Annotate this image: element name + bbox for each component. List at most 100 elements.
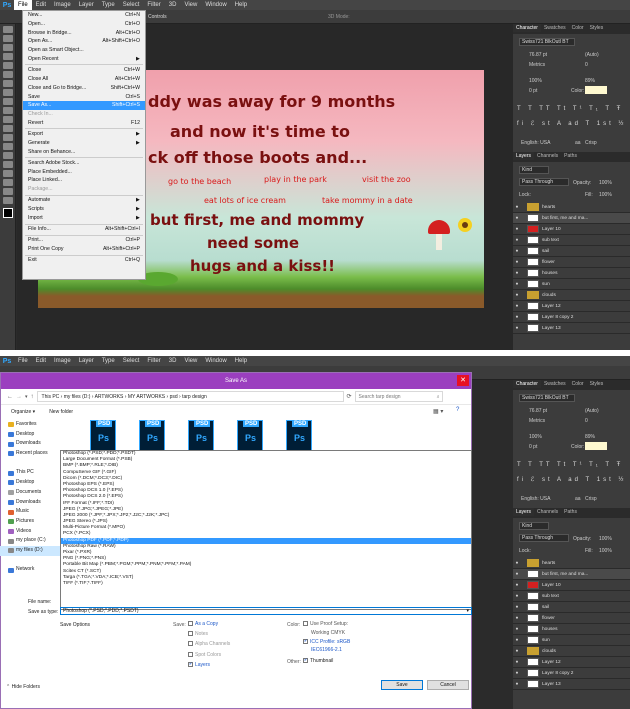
nav-item[interactable]: Network <box>0 565 60 575</box>
visibility-eye-icon[interactable]: ● <box>513 238 521 243</box>
tab-color[interactable]: Color <box>569 24 587 32</box>
visibility-eye-icon[interactable]: ● <box>513 627 521 632</box>
menu-select-2[interactable]: Select <box>119 356 144 366</box>
gradient-tool-icon[interactable] <box>3 125 13 132</box>
brush-tool-icon[interactable] <box>3 89 13 96</box>
menu-view[interactable]: View <box>180 0 201 10</box>
layer-row[interactable]: ● Layer 8 copy 2 <box>513 312 630 323</box>
nav-item[interactable]: Desktop <box>0 430 60 440</box>
back-arrow-icon[interactable]: ← <box>7 394 13 400</box>
notes-checkbox[interactable]: Notes <box>188 631 208 637</box>
foreground-color-swatch[interactable] <box>3 208 13 218</box>
file-menu-item[interactable]: File Info... Alt+Shift+Ctrl+I <box>23 225 145 234</box>
opacity-field-2[interactable]: 100% <box>599 536 612 542</box>
nav-item[interactable]: Music <box>0 507 60 517</box>
nav-item[interactable]: Downloads <box>0 498 60 508</box>
pen-tool-icon[interactable] <box>3 152 13 159</box>
visibility-eye-icon[interactable]: ● <box>513 260 521 265</box>
visibility-eye-icon[interactable]: ● <box>513 616 521 621</box>
file-menu-item[interactable]: Save Ctrl+S <box>23 93 145 102</box>
blend-mode-select[interactable]: Pass Through <box>519 178 569 186</box>
font-family-field-2[interactable]: Swiss721 BlkOutl BT <box>519 394 575 402</box>
tab-swatches-2[interactable]: Swatches <box>541 380 569 388</box>
heal-tool-icon[interactable] <box>3 80 13 87</box>
tracking-field[interactable]: 0 <box>585 62 588 68</box>
layer-row[interactable]: ● houses <box>513 268 630 279</box>
file-menu-item[interactable]: Open As... Alt+Shift+Ctrl+O <box>23 37 145 46</box>
layer-row[interactable]: ● Layer 12 <box>513 301 630 312</box>
visibility-eye-icon[interactable]: ● <box>513 671 521 676</box>
font-size-field-2[interactable]: 76.87 pt <box>529 408 547 414</box>
dodge-tool-icon[interactable] <box>3 143 13 150</box>
tab-paths[interactable]: Paths <box>561 152 580 160</box>
font-size-field[interactable]: 76.87 pt <box>529 52 547 58</box>
opentype-buttons-2[interactable]: fi ℰ st A ad T 1st ½ <box>517 476 626 483</box>
tracking-field-2[interactable]: 0 <box>585 418 588 424</box>
nav-item[interactable]: Recent places <box>0 449 60 459</box>
layer-row[interactable]: ● sail <box>513 602 630 613</box>
breadcrumb-segment[interactable]: › my files (D:) <box>59 394 91 400</box>
font-family-field[interactable]: Swiss721 BlkOutl BT <box>519 38 575 46</box>
menu-image[interactable]: Image <box>50 0 75 10</box>
language-field[interactable]: English: USA <box>521 140 550 146</box>
file-menu-item[interactable]: Automate ▶ <box>23 196 145 205</box>
tab-paths-2[interactable]: Paths <box>561 508 580 516</box>
history-brush-icon[interactable] <box>3 107 13 114</box>
layer-row[interactable]: ● Layer 10 <box>513 224 630 235</box>
layer-row[interactable]: ● clouds <box>513 646 630 657</box>
layer-row[interactable]: ● hearts <box>513 202 630 213</box>
tab-character-2[interactable]: Character <box>513 380 541 388</box>
menu-edit[interactable]: Edit <box>32 0 50 10</box>
file-menu-item[interactable]: Check In... <box>23 110 145 119</box>
stamp-tool-icon[interactable] <box>3 98 13 105</box>
file-menu-item[interactable]: Share on Behance... <box>23 148 145 157</box>
layer-row[interactable]: ● Layer 8 copy 2 <box>513 668 630 679</box>
as-a-copy-checkbox[interactable]: As a Copy <box>188 621 218 627</box>
file-menu-item[interactable]: Save As... Shift+Ctrl+S <box>23 101 145 111</box>
file-menu-item[interactable]: Close All Alt+Ctrl+W <box>23 75 145 84</box>
crop-tool-icon[interactable] <box>3 62 13 69</box>
thumbnail-checkbox[interactable]: Thumbnail <box>303 658 333 664</box>
lasso-tool-icon[interactable] <box>3 44 13 51</box>
menu-window-2[interactable]: Window <box>201 356 230 366</box>
menu-help[interactable]: Help <box>231 0 251 10</box>
format-option[interactable]: TIFF (*.TIF;*.TIFF) <box>61 581 471 587</box>
layer-row[interactable]: ● sub text <box>513 235 630 246</box>
spot-colors-checkbox[interactable]: Spot Colors <box>188 652 221 658</box>
controls-label[interactable]: Controls <box>148 14 167 20</box>
eyedropper-tool-icon[interactable] <box>3 71 13 78</box>
file-menu-item[interactable]: Generate ▶ <box>23 139 145 148</box>
file-menu-item[interactable]: New... Ctrl+N <box>23 11 145 20</box>
nav-item[interactable]: Favorites <box>0 420 60 430</box>
visibility-eye-icon[interactable]: ● <box>513 249 521 254</box>
menu-type-2[interactable]: Type <box>98 356 119 366</box>
file-menu-item[interactable]: Place Embedded... <box>23 168 145 177</box>
blur-tool-icon[interactable] <box>3 134 13 141</box>
visibility-eye-icon[interactable]: ● <box>513 216 521 221</box>
fill-field[interactable]: 100% <box>599 192 612 198</box>
file-menu-item[interactable]: Export ▶ <box>23 130 145 139</box>
cancel-button[interactable]: Cancel <box>427 680 469 690</box>
visibility-eye-icon[interactable]: ● <box>513 638 521 643</box>
visibility-eye-icon[interactable]: ● <box>513 293 521 298</box>
layer-row[interactable]: ● sun <box>513 279 630 290</box>
menu-filter-2[interactable]: Filter <box>143 356 164 366</box>
recent-dropdown-icon[interactable]: ▾ <box>25 394 28 400</box>
move-tool-icon[interactable] <box>3 26 13 33</box>
breadcrumb-segment[interactable]: This PC <box>42 394 60 400</box>
file-menu-item[interactable]: Scripts ▶ <box>23 205 145 214</box>
search-input[interactable]: Search tarp design ⌕ <box>354 391 443 402</box>
icc-profile-checkbox[interactable]: ICC Profile: sRGB <box>303 639 350 645</box>
visibility-eye-icon[interactable]: ● <box>513 561 521 566</box>
fill-field-2[interactable]: 100% <box>599 548 612 554</box>
type-style-buttons-2[interactable]: T T TT Tt T¹ T₁ T Ŧ <box>517 462 623 468</box>
use-proof-setup-checkbox[interactable]: Use Proof Setup: <box>303 621 348 627</box>
file-menu-item[interactable]: Print... Ctrl+P <box>23 236 145 245</box>
visibility-eye-icon[interactable]: ● <box>513 660 521 665</box>
shape-tool-icon[interactable] <box>3 179 13 186</box>
layer-row[interactable]: ● sub text <box>513 591 630 602</box>
tab-color-2[interactable]: Color <box>569 380 587 388</box>
menu-select[interactable]: Select <box>119 0 144 10</box>
path-select-icon[interactable] <box>3 170 13 177</box>
file-menu-item[interactable]: Revert F12 <box>23 119 145 128</box>
